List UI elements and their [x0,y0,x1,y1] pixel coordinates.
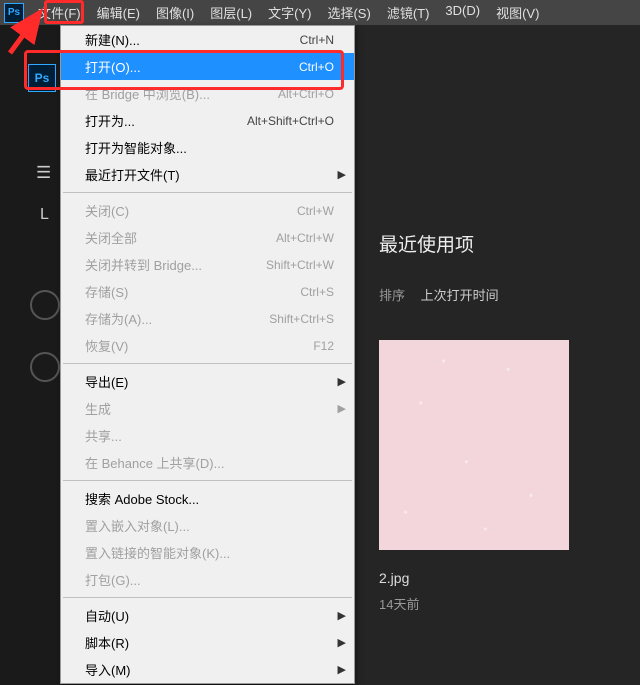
menu-item: 在 Bridge 中浏览(B)... Alt+Ctrl+O [61,80,354,107]
menu-item-label: 打包(G)... [85,570,141,589]
menu-item-label: 最近打开文件(T) [85,165,180,184]
menu-item-shortcut: Ctrl+S [300,285,334,299]
menu-separator [63,597,352,598]
menu-item-shortcut: Ctrl+N [300,33,334,47]
menu-item-label: 关闭(C) [85,201,129,220]
recent-file-name: 2.jpg [379,570,569,586]
menu-item-label: 存储(S) [85,282,128,301]
chevron-right-icon: ▶ [338,375,346,388]
recent-file-card[interactable]: 2.jpg 14天前 [379,340,569,613]
file-menu-dropdown: 新建(N)... Ctrl+N 打开(O)... Ctrl+O 在 Bridge 中浏览… [60,25,355,684]
ps-app-icon: Ps [28,64,56,92]
menu-item-label: 导出(E) [85,372,128,391]
menu-item-label: 恢复(V) [85,336,128,355]
menu-item-shortcut: Alt+Ctrl+O [278,87,334,101]
menu-item[interactable]: 打开为... Alt+Shift+Ctrl+O [61,107,354,134]
menu-item[interactable]: 导入(M) ▶ [61,656,354,683]
recent-panel: 最近使用项 排序 上次打开时间 2.jpg 14天前 [355,25,640,685]
menubar: Ps 文件(F)编辑(E)图像(I)图层(L)文字(Y)选择(S)滤镜(T)3D… [0,0,640,25]
menu-item-label: 关闭并转到 Bridge... [85,255,202,274]
menu-item[interactable]: 新建(N)... Ctrl+N [61,26,354,53]
menu-item-shortcut: Ctrl+W [297,204,334,218]
sort-row[interactable]: 排序 上次打开时间 [379,285,616,304]
menubar-item-8[interactable]: 视图(V) [488,0,547,25]
menubar-item-5[interactable]: 选择(S) [319,0,378,25]
menu-item: 生成 ▶ [61,395,354,422]
menu-item-shortcut: Shift+Ctrl+W [266,258,334,272]
recent-file-thumbnail [379,340,569,550]
menubar-item-3[interactable]: 图层(L) [202,0,260,25]
menu-separator [63,192,352,193]
menu-item-shortcut: Ctrl+O [299,60,334,74]
menu-item[interactable]: 最近打开文件(T) ▶ [61,161,354,188]
menu-item: 存储(S) Ctrl+S [61,278,354,305]
menu-item-label: 生成 [85,399,111,418]
menu-item-label: 存储为(A)... [85,309,152,328]
ps-logo: Ps [4,3,24,23]
menu-item[interactable]: 导出(E) ▶ [61,368,354,395]
chevron-right-icon: ▶ [338,402,346,415]
home-circle-2[interactable] [30,352,60,382]
menu-item: 打包(G)... [61,566,354,593]
chevron-right-icon: ▶ [338,636,346,649]
menu-item: 关闭并转到 Bridge... Shift+Ctrl+W [61,251,354,278]
hamburger-icon[interactable]: ☰ [36,163,51,183]
menubar-item-4[interactable]: 文字(Y) [260,0,319,25]
menubar-item-1[interactable]: 编辑(E) [89,0,148,25]
menu-item-label: 关闭全部 [85,228,137,247]
menu-item-label: 自动(U) [85,606,129,625]
menu-item: 在 Behance 上共享(D)... [61,449,354,476]
chevron-right-icon: ▶ [338,663,346,676]
menu-item-shortcut: Shift+Ctrl+S [269,312,334,326]
menu-item-label: 搜索 Adobe Stock... [85,489,199,508]
menu-item: 恢复(V) F12 [61,332,354,359]
menu-item-label: 置入嵌入对象(L)... [85,516,190,535]
menu-item[interactable]: 自动(U) ▶ [61,602,354,629]
menu-item-label: 在 Bridge 中浏览(B)... [85,84,210,103]
menu-item-label: 导入(M) [85,660,131,679]
menu-item: 置入嵌入对象(L)... [61,512,354,539]
menu-item-shortcut: F12 [313,339,334,353]
menu-item-label: 打开(O)... [85,57,141,76]
menu-separator [63,363,352,364]
menu-separator [63,480,352,481]
chevron-right-icon: ▶ [338,168,346,181]
menu-item: 关闭全部 Alt+Ctrl+W [61,224,354,251]
recent-file-ago: 14天前 [379,594,569,613]
menu-item: 关闭(C) Ctrl+W [61,197,354,224]
menu-item-label: 置入链接的智能对象(K)... [85,543,230,562]
menu-item-label: 在 Behance 上共享(D)... [85,453,224,472]
menu-item: 存储为(A)... Shift+Ctrl+S [61,305,354,332]
menu-item: 共享... [61,422,354,449]
menubar-item-6[interactable]: 滤镜(T) [379,0,438,25]
menu-item-label: 打开为... [85,111,135,130]
recent-title: 最近使用项 [379,230,616,257]
menu-item[interactable]: 搜索 Adobe Stock... [61,485,354,512]
menubar-item-2[interactable]: 图像(I) [148,0,202,25]
menu-item[interactable]: 打开(O)... Ctrl+O [61,53,354,80]
menubar-item-7[interactable]: 3D(D) [437,0,488,25]
home-circle-1[interactable] [30,290,60,320]
menu-item: 置入链接的智能对象(K)... [61,539,354,566]
menu-item-label: 新建(N)... [85,30,140,49]
menubar-item-0[interactable]: 文件(F) [30,0,89,25]
sort-label: 排序 [379,288,405,303]
home-initial: L [40,206,49,224]
menu-item-label: 脚本(R) [85,633,129,652]
sort-value: 上次打开时间 [421,288,499,303]
menu-item-label: 打开为智能对象... [85,138,187,157]
menu-item-shortcut: Alt+Shift+Ctrl+O [247,114,334,128]
menu-item[interactable]: 脚本(R) ▶ [61,629,354,656]
menu-item-shortcut: Alt+Ctrl+W [276,231,334,245]
chevron-right-icon: ▶ [338,609,346,622]
menu-item-label: 共享... [85,426,122,445]
menu-item[interactable]: 打开为智能对象... [61,134,354,161]
